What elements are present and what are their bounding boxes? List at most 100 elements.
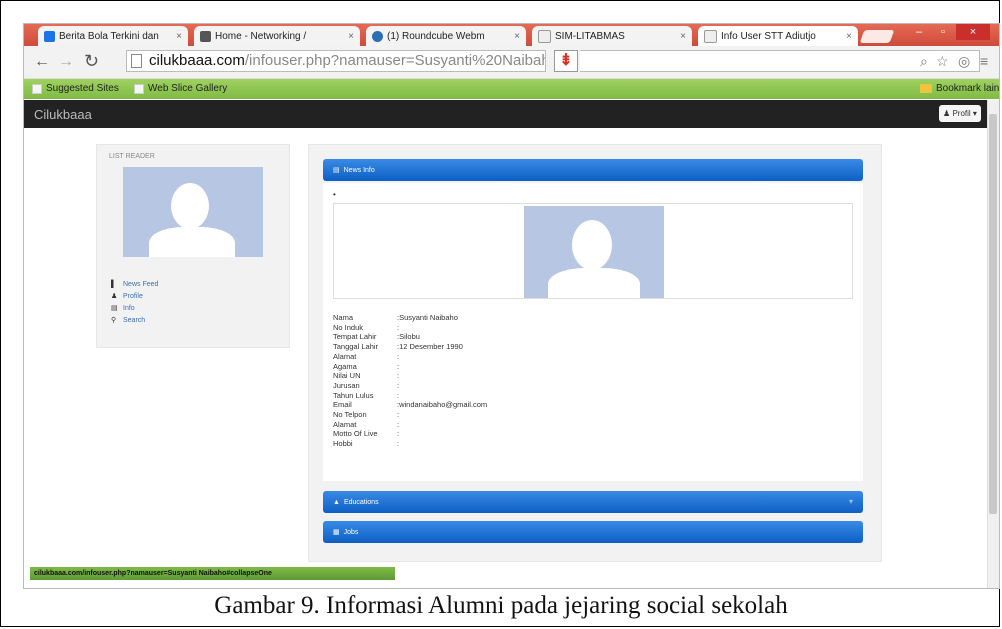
tab-info-user[interactable]: Info User STT Adiutjo ×	[698, 26, 858, 46]
jobs-label: Jobs	[343, 528, 359, 536]
sidebar-item-label: News Feed	[123, 281, 159, 288]
field-row: Tempat Lahir:Silobu	[333, 332, 487, 342]
browser-toolbar: ← → ↻ cilukbaaa.com/infouser.php?namause…	[24, 46, 999, 79]
field-row: Agama:	[333, 362, 487, 372]
window-close-icon[interactable]: ×	[956, 24, 990, 40]
field-row: No Telpon:	[333, 410, 487, 420]
field-row: Alamat:	[333, 420, 487, 430]
field-row: Nama :Susyanti Naibaho	[333, 313, 487, 323]
field-label: Hobbi	[333, 439, 353, 449]
forward-arrow-icon[interactable]: →	[58, 53, 74, 71]
user-icon: ♟	[111, 293, 118, 300]
page-icon	[538, 29, 551, 43]
scroll-thumb[interactable]	[989, 114, 997, 514]
back-arrow-icon[interactable]: ←	[34, 53, 50, 71]
field-value: :windanaibaho@gmail.com	[397, 400, 488, 410]
profile-avatar	[123, 167, 263, 257]
field-label: Email	[333, 400, 352, 410]
tab-sim-litabmas[interactable]: SIM-LITABMAS ×	[532, 26, 692, 46]
browser-screenshot: Berita Bola Terkini dan × Home - Network…	[23, 23, 1000, 589]
star-icon[interactable]: ☆	[936, 53, 949, 70]
tab-roundcube[interactable]: (1) Roundcube Webm ×	[366, 26, 526, 46]
address-host: cilukbaaa.com	[149, 52, 245, 69]
news-info-header[interactable]: ▤ News Info	[323, 159, 863, 181]
address-bar[interactable]: cilukbaaa.com/infouser.php?namauser=Susy…	[126, 50, 546, 72]
educations-header[interactable]: ▲ Educations ▾	[323, 491, 863, 513]
close-icon[interactable]: ×	[680, 31, 686, 42]
user-fields: Nama :Susyanti Naibaho No Induk: Tempat L…	[333, 313, 487, 449]
address-path: /infouser.php?namauser=Susyanti%20Naibah…	[244, 52, 546, 69]
extension-icon[interactable]: ◎	[958, 53, 970, 70]
tab-home-networking[interactable]: Home - Networking / ×	[194, 26, 360, 46]
minimize-icon[interactable]: –	[908, 24, 930, 40]
favicon-icon	[200, 30, 211, 42]
field-row: Alamat:	[333, 352, 487, 362]
educations-label: Educations	[343, 498, 379, 506]
favicon-icon	[44, 30, 55, 42]
maximize-icon[interactable]: ▫	[932, 24, 954, 40]
bookmark-suggested-sites[interactable]: Suggested Sites	[32, 83, 119, 94]
sidebar-item-profile[interactable]: ♟ Profile	[111, 291, 158, 303]
chevron-down-icon: ▾	[848, 497, 853, 506]
figure-frame: Berita Bola Terkini dan × Home - Network…	[0, 0, 1000, 627]
field-label: Tahun Lulus	[333, 390, 374, 400]
field-value: :	[397, 429, 400, 439]
list-bullet: •	[333, 190, 336, 199]
field-label: Alamat	[333, 419, 357, 429]
field-row: No Induk:	[333, 323, 487, 333]
tab-label: SIM-LITABMAS	[555, 30, 625, 42]
field-row: Motto Of Live:	[333, 429, 487, 439]
sidebar-item-news-feed[interactable]: ▌ News Feed	[111, 279, 158, 291]
reload-icon[interactable]: ↻	[84, 51, 99, 72]
news-icon: ▌	[111, 281, 116, 288]
field-value: :Susyanti Naibaho	[397, 313, 458, 322]
main-content: ▤ News Info • Nama :Susyanti Naibaho No I…	[308, 144, 882, 562]
zoom-icon[interactable]: ⌕	[920, 53, 928, 70]
sidebar-item-info[interactable]: ▤ Info	[111, 303, 158, 315]
download-icon[interactable]: ⇟	[554, 50, 578, 72]
search-icon: ⚲	[111, 317, 117, 324]
new-tab-button[interactable]	[859, 30, 895, 43]
field-value: :	[397, 419, 400, 429]
tab-label: Home - Networking /	[215, 30, 307, 42]
user-menu-button[interactable]: ♟ Profil ▾	[939, 105, 981, 122]
close-icon[interactable]: ×	[176, 31, 182, 42]
sidebar-item-label: Search	[123, 317, 146, 324]
bookmark-label: Suggested Sites	[46, 83, 119, 94]
user-photo	[524, 206, 664, 298]
page-icon	[704, 29, 717, 43]
page-scrollbar[interactable]	[987, 100, 999, 588]
jobs-header[interactable]: ▦ Jobs	[323, 521, 863, 543]
close-icon[interactable]: ×	[846, 31, 852, 42]
sidebar-item-search[interactable]: ⚲ Search	[111, 315, 158, 327]
field-label: No Induk	[333, 322, 364, 332]
close-icon[interactable]: ×	[514, 31, 520, 42]
sidebar-item-label: Profile	[123, 293, 143, 300]
menu-icon[interactable]: ≡	[980, 53, 988, 69]
news-info-label: News Info	[343, 166, 375, 174]
field-label: Motto Of Live	[333, 429, 378, 439]
field-value: :	[397, 410, 400, 420]
close-icon[interactable]: ×	[348, 31, 354, 42]
field-row: Tahun Lulus:	[333, 391, 487, 401]
photo-frame	[333, 203, 853, 299]
sidebar-item-label: Info	[123, 305, 135, 312]
graduation-icon: ▲	[333, 498, 340, 506]
field-value: :	[397, 390, 400, 400]
site-brand[interactable]: Cilukbaaa	[34, 107, 92, 122]
bookmark-web-slice-gallery[interactable]: Web Slice Gallery	[134, 83, 227, 94]
field-row: Nilai UN:	[333, 371, 487, 381]
bookmark-other[interactable]: Bookmark lain	[920, 83, 999, 94]
tab-bar: Berita Bola Terkini dan × Home - Network…	[24, 24, 999, 46]
figure-caption: Gambar 9. Informasi Alumni pada jejaring…	[214, 592, 788, 619]
list-icon: ▤	[333, 167, 340, 174]
field-label: Nama	[333, 313, 354, 322]
tab-berita-bola[interactable]: Berita Bola Terkini dan ×	[38, 26, 188, 46]
field-label: Nilai UN	[333, 371, 361, 381]
folder-icon	[920, 84, 932, 93]
briefcase-icon: ▦	[333, 529, 340, 536]
field-value: :	[397, 439, 400, 449]
list-icon: ▤	[111, 305, 118, 312]
field-row: Hobbi:	[333, 439, 487, 449]
field-label: Jurusan	[333, 380, 360, 390]
